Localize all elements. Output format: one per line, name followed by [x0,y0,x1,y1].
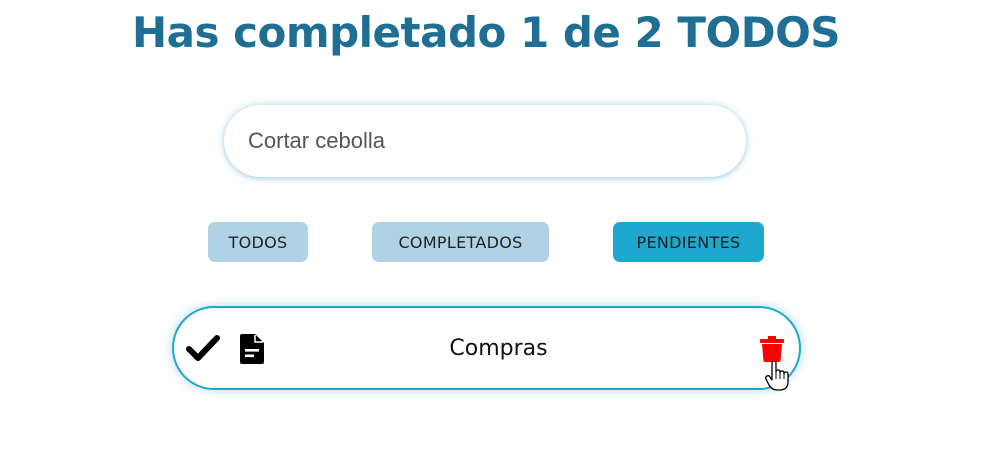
todo-item: Compras [172,306,801,390]
new-todo-container [224,105,746,177]
new-todo-input[interactable] [224,105,746,177]
check-icon[interactable] [186,334,220,362]
page-title: Has completado 1 de 2 TODOS [131,8,841,57]
todo-app: Has completado 1 de 2 TODOS TODOS COMPLE… [0,0,1000,471]
filter-todos-button[interactable]: TODOS [208,222,308,262]
trash-icon[interactable] [760,336,784,362]
todo-text: Compras [449,336,548,361]
document-icon[interactable] [240,334,264,364]
filter-pendientes-button[interactable]: PENDIENTES [613,222,764,262]
filter-completados-button[interactable]: COMPLETADOS [372,222,549,262]
